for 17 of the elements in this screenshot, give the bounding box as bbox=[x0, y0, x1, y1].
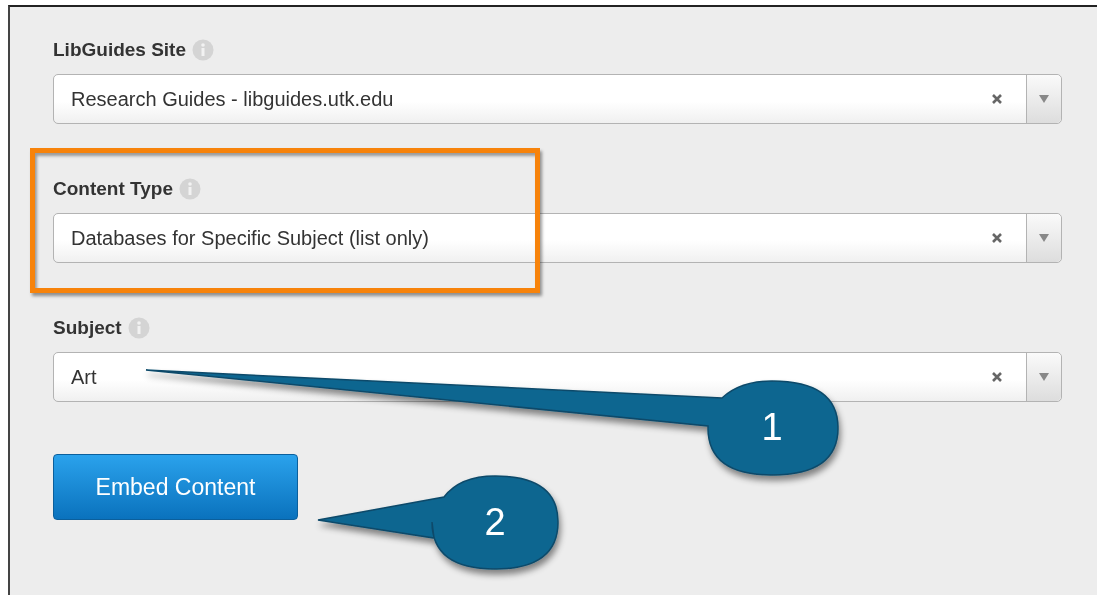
clear-icon[interactable] bbox=[991, 371, 1003, 383]
callout-number: 1 bbox=[761, 406, 783, 448]
dropdown-toggle[interactable] bbox=[1026, 214, 1061, 262]
clear-icon[interactable] bbox=[991, 232, 1003, 244]
clear-icon[interactable] bbox=[991, 93, 1003, 105]
select-field[interactable]: Research Guides - libguides.utk.edu bbox=[53, 74, 1062, 124]
dropdown-toggle[interactable] bbox=[1026, 75, 1061, 123]
dropdown-toggle[interactable] bbox=[1026, 353, 1061, 401]
caret-icon bbox=[1039, 234, 1049, 242]
embed-content-button[interactable]: Embed Content bbox=[53, 454, 298, 520]
caret-icon bbox=[1039, 373, 1049, 381]
callout-number: 2 bbox=[484, 501, 506, 543]
select-field[interactable]: Databases for Specific Subject (list only) bbox=[53, 213, 1062, 263]
field-label: Content Type bbox=[53, 178, 173, 200]
field-label: Subject bbox=[53, 317, 122, 339]
field-label: LibGuides Site bbox=[53, 39, 187, 61]
caret-icon bbox=[1039, 95, 1049, 103]
